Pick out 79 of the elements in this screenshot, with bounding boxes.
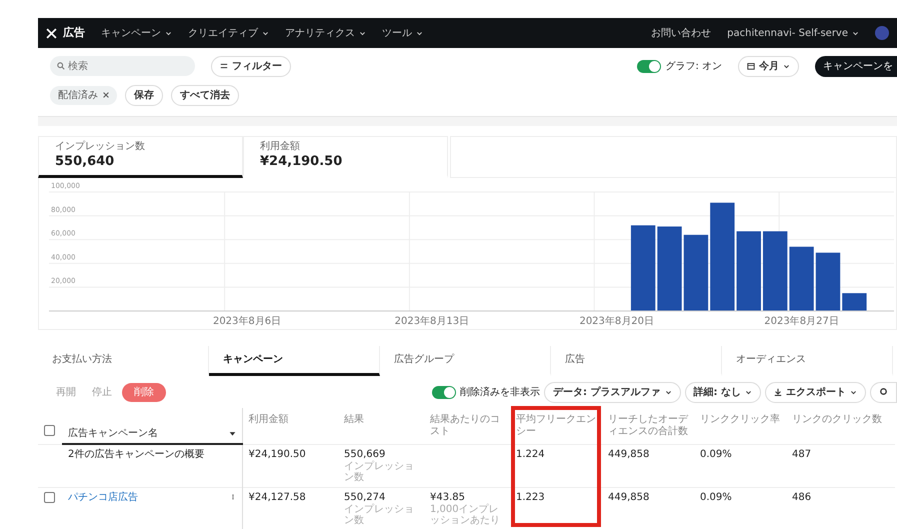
settings-icon bbox=[879, 387, 888, 396]
filter-button[interactable]: フィルター bbox=[211, 56, 291, 76]
x-tick-label: 2023年8月20日 bbox=[579, 316, 654, 327]
table-cell-text: ¥24,190.50 bbox=[248, 448, 307, 460]
search-icon bbox=[57, 62, 65, 70]
x-tick-label: 2023年8月27日 bbox=[764, 316, 839, 327]
cell-caption: インプレッション数 bbox=[344, 504, 415, 526]
table-cell-text: 486 bbox=[792, 492, 812, 504]
nav-menu[interactable]: アナリティクス bbox=[285, 26, 366, 40]
toggle-switch[interactable] bbox=[637, 60, 662, 72]
table-cell-text: 449,858 bbox=[608, 492, 650, 504]
chart-bar bbox=[789, 246, 814, 311]
settings-button[interactable] bbox=[870, 382, 897, 402]
table-cell-text: 449,858 bbox=[608, 448, 650, 460]
dropdown-button[interactable]: 詳細: なし bbox=[684, 382, 761, 402]
nav-menu[interactable]: クリエイティブ bbox=[188, 26, 269, 40]
column-header[interactable]: 平均フリークエンシー bbox=[510, 408, 602, 444]
clear-all-button[interactable]: すべて消去 bbox=[171, 84, 239, 106]
export-button[interactable]: エクスポート bbox=[765, 382, 866, 402]
table-cell-text: 1.223 bbox=[516, 492, 546, 504]
cell-caption: インプレッション数 bbox=[344, 460, 415, 482]
column-header[interactable]: リーチしたオーディエンスの合計数 bbox=[602, 408, 694, 444]
chevron-icon bbox=[416, 30, 423, 36]
chart-bar bbox=[842, 293, 867, 311]
column-header[interactable]: 結果 bbox=[338, 408, 424, 444]
x-logo-icon bbox=[46, 28, 57, 38]
x-tick-label: 2023年8月6日 bbox=[212, 316, 282, 327]
table-cell-text: ¥24,127.58 bbox=[248, 492, 307, 504]
filter-chip[interactable]: 配信済み bbox=[50, 86, 117, 104]
x-tick-label: 2023年8月13日 bbox=[394, 316, 470, 327]
nav-menu[interactable]: キャンペーン bbox=[101, 26, 172, 40]
chevron-icon bbox=[745, 388, 752, 396]
calendar-icon bbox=[747, 62, 755, 70]
more-icon bbox=[230, 492, 236, 502]
table-cell-text: 487 bbox=[792, 448, 812, 460]
filter-icon bbox=[220, 62, 228, 70]
column-header[interactable]: リンクのクリック数 bbox=[786, 408, 895, 444]
chevron-icon bbox=[359, 30, 366, 36]
table-cell-text: 0.09% bbox=[700, 448, 733, 460]
column-header[interactable]: 結果あたりのコスト bbox=[424, 408, 510, 444]
metric-tab[interactable]: インプレッション数 550,640 bbox=[38, 136, 243, 178]
summary-label: 2件の広告キャンペーンの概要 bbox=[68, 449, 204, 460]
metric-tab[interactable]: 利用金額 ¥24,190.50 bbox=[243, 136, 448, 178]
contact-link[interactable]: お問い合わせ bbox=[651, 26, 712, 40]
column-header[interactable]: 広告キャンペーン名 bbox=[68, 428, 158, 439]
table-cell-text: ¥43.85 bbox=[430, 492, 466, 504]
chevron-icon bbox=[852, 30, 859, 36]
chart-bar bbox=[816, 252, 840, 311]
chevron-icon bbox=[262, 30, 269, 36]
account-menu[interactable]: pachitennavi- Self-serve bbox=[727, 26, 859, 40]
table-cell-text: 550,669 bbox=[344, 448, 386, 460]
checkbox[interactable] bbox=[44, 425, 55, 436]
campaign-link[interactable]: パチンコ店広告 bbox=[68, 492, 138, 504]
chevron-icon bbox=[850, 388, 857, 396]
checkbox[interactable] bbox=[44, 492, 55, 502]
hide-deleted-label: 削除済みを非表示 bbox=[460, 386, 540, 400]
date-range-button[interactable]: 今月 bbox=[738, 56, 799, 76]
column-header[interactable]: リンククリック率 bbox=[694, 408, 786, 444]
avatar[interactable] bbox=[875, 26, 889, 40]
brand-title: 広告 bbox=[63, 24, 85, 41]
chevron-icon bbox=[664, 388, 672, 396]
nav-menu[interactable]: ツール bbox=[382, 26, 423, 40]
toggle-switch[interactable] bbox=[432, 386, 456, 398]
table-cell-text: 0.09% bbox=[700, 492, 733, 504]
create-campaign-button[interactable]: キャンペーンを bbox=[815, 56, 897, 76]
download-icon bbox=[774, 388, 782, 396]
search-field[interactable]: 検索 bbox=[50, 56, 195, 76]
tab[interactable]: キャンペーン bbox=[209, 346, 380, 376]
column-header[interactable]: 利用金額 bbox=[242, 408, 338, 444]
chevron-icon bbox=[783, 62, 790, 70]
table-cell-text: 1.224 bbox=[516, 448, 546, 460]
table-cell-text: 550,274 bbox=[344, 492, 386, 504]
save-button[interactable]: 保存 bbox=[125, 84, 163, 106]
close-icon bbox=[103, 92, 109, 98]
sort-caret-icon bbox=[228, 430, 236, 437]
dropdown-button[interactable]: データ: プラスアルファ bbox=[544, 382, 681, 402]
graph-toggle-label: グラフ: オン bbox=[665, 60, 722, 74]
cell-caption: 1,000インプレッションあたり bbox=[430, 504, 501, 526]
chevron-icon bbox=[165, 30, 172, 36]
